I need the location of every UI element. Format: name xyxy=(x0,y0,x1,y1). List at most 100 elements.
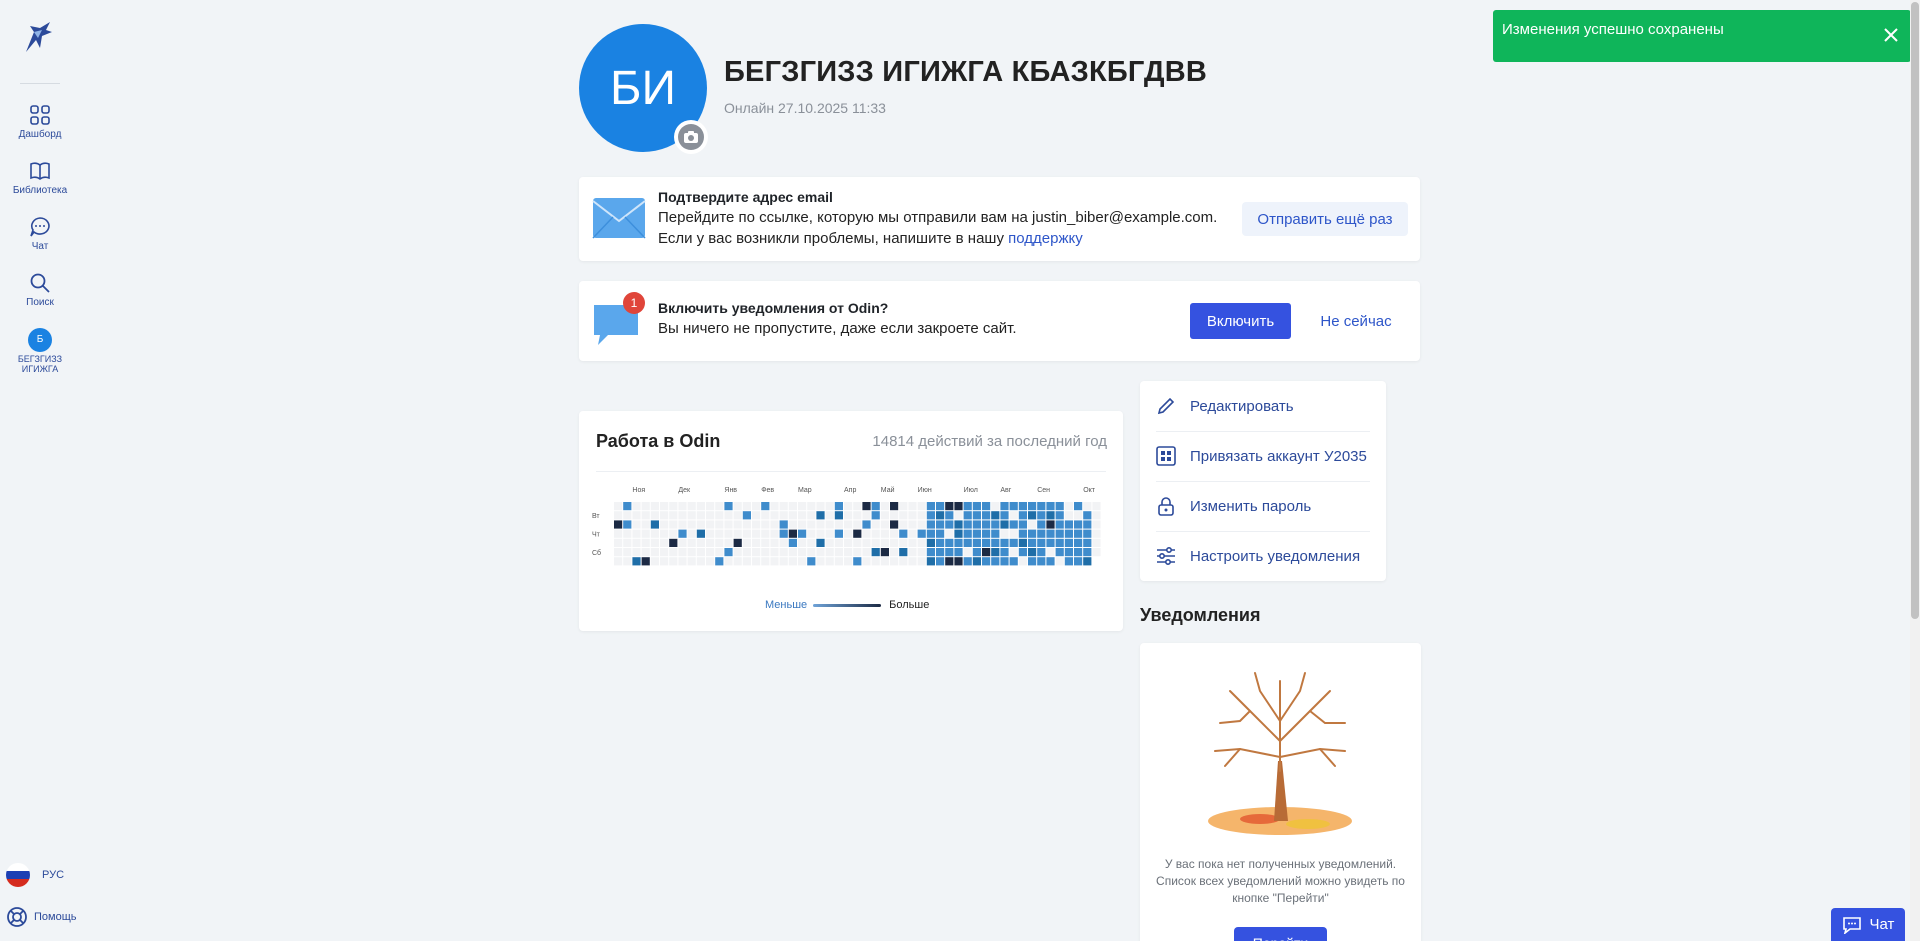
heatmap-cell[interactable] xyxy=(926,538,935,547)
heatmap-cell[interactable] xyxy=(715,529,724,538)
heatmap-cell[interactable] xyxy=(696,529,705,538)
heatmap-cell[interactable] xyxy=(1092,511,1101,520)
heatmap-cell[interactable] xyxy=(834,511,843,520)
heatmap-cell[interactable] xyxy=(1092,529,1101,538)
heatmap-cell[interactable] xyxy=(770,511,779,520)
chat-button[interactable]: Чат xyxy=(1831,908,1905,941)
heatmap-cell[interactable] xyxy=(862,548,871,557)
heatmap-cell[interactable] xyxy=(715,548,724,557)
heatmap-cell[interactable] xyxy=(1018,502,1027,511)
heatmap-cell[interactable] xyxy=(880,511,889,520)
heatmap-cell[interactable] xyxy=(733,557,742,566)
heatmap-cell[interactable] xyxy=(696,502,705,511)
heatmap-cell[interactable] xyxy=(632,529,641,538)
heatmap-cell[interactable] xyxy=(614,557,623,566)
heatmap-cell[interactable] xyxy=(761,511,770,520)
heatmap-cell[interactable] xyxy=(936,520,945,529)
heatmap-cell[interactable] xyxy=(880,520,889,529)
heatmap-cell[interactable] xyxy=(899,502,908,511)
heatmap-cell[interactable] xyxy=(1064,538,1073,547)
heatmap-cell[interactable] xyxy=(1009,548,1018,557)
heatmap-cell[interactable] xyxy=(936,511,945,520)
heatmap-cell[interactable] xyxy=(715,511,724,520)
heatmap-cell[interactable] xyxy=(660,548,669,557)
heatmap-cell[interactable] xyxy=(945,538,954,547)
heatmap-cell[interactable] xyxy=(752,529,761,538)
heatmap-cell[interactable] xyxy=(742,538,751,547)
heatmap-cell[interactable] xyxy=(936,502,945,511)
heatmap-cell[interactable] xyxy=(724,511,733,520)
heatmap-cell[interactable] xyxy=(632,511,641,520)
heatmap-cell[interactable] xyxy=(1009,529,1018,538)
heatmap-cell[interactable] xyxy=(991,548,1000,557)
heatmap-cell[interactable] xyxy=(1074,557,1083,566)
heatmap-cell[interactable] xyxy=(1028,529,1037,538)
close-icon[interactable] xyxy=(1882,26,1900,44)
heatmap-cell[interactable] xyxy=(1064,520,1073,529)
heatmap-cell[interactable] xyxy=(623,511,632,520)
heatmap-cell[interactable] xyxy=(926,529,935,538)
heatmap-cell[interactable] xyxy=(890,511,899,520)
heatmap-cell[interactable] xyxy=(954,548,963,557)
heatmap-cell[interactable] xyxy=(807,520,816,529)
heatmap-cell[interactable] xyxy=(660,529,669,538)
heatmap-cell[interactable] xyxy=(669,529,678,538)
sidebar-item-profile[interactable]: Б БЕГЗГИЗЗ ИГИЖГА xyxy=(0,328,80,374)
heatmap-cell[interactable] xyxy=(678,557,687,566)
heatmap-cell[interactable] xyxy=(696,511,705,520)
heatmap-cell[interactable] xyxy=(991,538,1000,547)
heatmap-cell[interactable] xyxy=(834,548,843,557)
heatmap-cell[interactable] xyxy=(798,502,807,511)
heatmap-cell[interactable] xyxy=(926,502,935,511)
heatmap-cell[interactable] xyxy=(779,502,788,511)
heatmap-cell[interactable] xyxy=(715,502,724,511)
heatmap-cell[interactable] xyxy=(752,557,761,566)
heatmap-cell[interactable] xyxy=(696,538,705,547)
heatmap-cell[interactable] xyxy=(825,557,834,566)
heatmap-cell[interactable] xyxy=(687,538,696,547)
heatmap-cell[interactable] xyxy=(844,502,853,511)
heatmap-cell[interactable] xyxy=(1092,502,1101,511)
heatmap-cell[interactable] xyxy=(706,511,715,520)
heatmap-cell[interactable] xyxy=(761,502,770,511)
heatmap-cell[interactable] xyxy=(687,529,696,538)
heatmap-cell[interactable] xyxy=(1018,538,1027,547)
heatmap-cell[interactable] xyxy=(982,502,991,511)
heatmap-cell[interactable] xyxy=(982,548,991,557)
heatmap-cell[interactable] xyxy=(945,529,954,538)
heatmap-cell[interactable] xyxy=(1009,538,1018,547)
heatmap-cell[interactable] xyxy=(770,548,779,557)
heatmap-cell[interactable] xyxy=(890,557,899,566)
heatmap-cell[interactable] xyxy=(834,502,843,511)
heatmap-cell[interactable] xyxy=(1064,529,1073,538)
heatmap-cell[interactable] xyxy=(936,529,945,538)
heatmap-cell[interactable] xyxy=(641,548,650,557)
heatmap-cell[interactable] xyxy=(1092,538,1101,547)
heatmap-cell[interactable] xyxy=(1055,557,1064,566)
heatmap-cell[interactable] xyxy=(770,538,779,547)
heatmap-cell[interactable] xyxy=(632,520,641,529)
heatmap-cell[interactable] xyxy=(687,548,696,557)
heatmap-cell[interactable] xyxy=(779,557,788,566)
heatmap-cell[interactable] xyxy=(917,548,926,557)
heatmap-cell[interactable] xyxy=(770,520,779,529)
heatmap-cell[interactable] xyxy=(752,502,761,511)
heatmap-cell[interactable] xyxy=(917,557,926,566)
heatmap-cell[interactable] xyxy=(853,529,862,538)
heatmap-cell[interactable] xyxy=(917,520,926,529)
heatmap-cell[interactable] xyxy=(890,502,899,511)
heatmap-cell[interactable] xyxy=(770,557,779,566)
heatmap-cell[interactable] xyxy=(779,548,788,557)
heatmap-cell[interactable] xyxy=(963,548,972,557)
heatmap-cell[interactable] xyxy=(1074,548,1083,557)
heatmap-cell[interactable] xyxy=(1074,529,1083,538)
heatmap-cell[interactable] xyxy=(650,557,659,566)
heatmap-cell[interactable] xyxy=(779,538,788,547)
heatmap-cell[interactable] xyxy=(844,538,853,547)
heatmap-cell[interactable] xyxy=(641,529,650,538)
heatmap-cell[interactable] xyxy=(908,529,917,538)
heatmap-cell[interactable] xyxy=(963,529,972,538)
heatmap-cell[interactable] xyxy=(844,511,853,520)
heatmap-cell[interactable] xyxy=(669,548,678,557)
heatmap-cell[interactable] xyxy=(1018,520,1027,529)
